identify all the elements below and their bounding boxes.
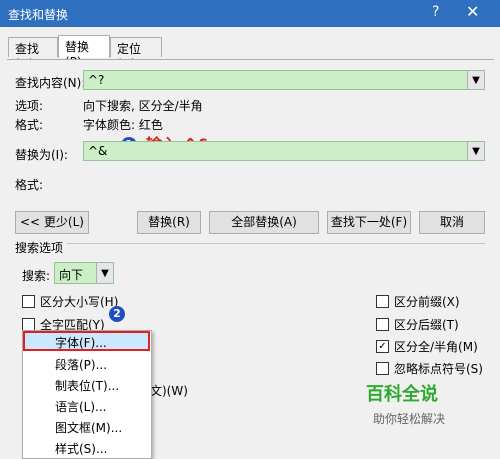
step-badge-2: 2 <box>109 306 125 322</box>
tab-find[interactable]: 查找(D) <box>8 37 58 71</box>
watermark-subtitle: 助你轻松解决 <box>373 412 446 426</box>
options-value: 向下搜索, 区分全/半角 <box>83 99 203 113</box>
watermark-title: 百科全说 <box>366 384 438 405</box>
help-icon[interactable]: ? <box>432 4 439 20</box>
replace-button[interactable]: 替换(R) <box>137 211 201 234</box>
search-options-heading: 搜索选项 <box>15 239 68 256</box>
replace-format-label: 格式: <box>15 178 44 192</box>
checkbox-label: 区分前缀(X) <box>394 295 460 309</box>
tab-replace[interactable]: 替换(P) <box>58 35 110 69</box>
find-next-button[interactable]: 查找下一处(F) <box>327 211 411 234</box>
find-label: 查找内容(N): <box>15 76 86 90</box>
chevron-down-icon[interactable]: ▼ <box>96 263 113 283</box>
replace-value: ^& <box>88 144 108 158</box>
checkbox-box[interactable] <box>376 295 389 308</box>
match-prefix-checkbox[interactable]: 区分前缀(X) <box>376 293 460 310</box>
menu-item-label: 图文框(M)... <box>55 421 123 435</box>
menu-item-label: 语言(L)... <box>55 400 107 414</box>
checkbox-label: 区分大小写(H) <box>40 295 119 309</box>
menu-item-tabs[interactable]: 制表位(T)... <box>23 374 149 394</box>
menu-item-label: 制表位(T)... <box>55 379 120 393</box>
format-menu: 字体(F)... 段落(P)... 制表位(T)... 语言(L)... 图文框… <box>22 330 152 459</box>
menu-item-label: 字体(F)... <box>55 336 107 350</box>
window-title: 查找和替换 <box>8 8 69 22</box>
partial-hidden-label: 文)(W) <box>150 384 188 398</box>
options-label: 选项: <box>15 99 44 113</box>
checkbox-box[interactable] <box>22 295 35 308</box>
menu-item-paragraph[interactable]: 段落(P)... <box>23 353 149 373</box>
checkbox-label: 区分后缀(T) <box>394 318 459 332</box>
match-suffix-checkbox[interactable]: 区分后缀(T) <box>376 316 459 333</box>
menu-item-label: 样式(S)... <box>55 442 108 456</box>
ignore-punctuation-checkbox[interactable]: 忽略标点符号(S) <box>376 360 483 377</box>
find-format-label: 格式: <box>15 118 44 132</box>
replace-input[interactable]: ^& ▼ <box>83 141 485 161</box>
search-direction-value: 向下 <box>59 268 84 282</box>
match-width-checkbox[interactable]: ✓ 区分全/半角(M) <box>376 338 478 355</box>
find-input[interactable]: ^? ▼ <box>83 70 485 90</box>
replace-all-button[interactable]: 全部替换(A) <box>209 211 319 234</box>
menu-item-font[interactable]: 字体(F)... <box>23 331 150 351</box>
cancel-button[interactable]: 取消 <box>419 211 485 234</box>
find-value: ^? <box>88 73 105 87</box>
menu-item-language[interactable]: 语言(L)... <box>23 395 149 415</box>
menu-item-frame[interactable]: 图文框(M)... <box>23 416 149 436</box>
checkbox-label: 忽略标点符号(S) <box>394 362 483 376</box>
search-direction-select[interactable]: 向下 ▼ <box>54 262 114 284</box>
checkbox-label: 区分全/半角(M) <box>394 340 478 354</box>
menu-item-style[interactable]: 样式(S)... <box>23 437 149 457</box>
close-icon[interactable]: ✕ <box>466 2 479 21</box>
chevron-down-icon[interactable]: ▼ <box>467 142 484 160</box>
chevron-down-icon[interactable]: ▼ <box>467 71 484 89</box>
match-case-checkbox[interactable]: 区分大小写(H) <box>22 293 118 310</box>
replace-label: 替换为(I): <box>15 148 68 162</box>
checkbox-box[interactable] <box>376 362 389 375</box>
search-label: 搜索: <box>22 269 51 283</box>
tab-goto[interactable]: 定位(G) <box>110 37 162 71</box>
checkbox-box[interactable] <box>376 318 389 331</box>
title-bar: 查找和替换 ? ✕ <box>0 0 500 27</box>
divider <box>15 243 485 244</box>
less-button[interactable]: << 更少(L) <box>15 211 89 234</box>
menu-item-label: 段落(P)... <box>55 358 108 372</box>
checkbox-box[interactable]: ✓ <box>376 340 389 353</box>
